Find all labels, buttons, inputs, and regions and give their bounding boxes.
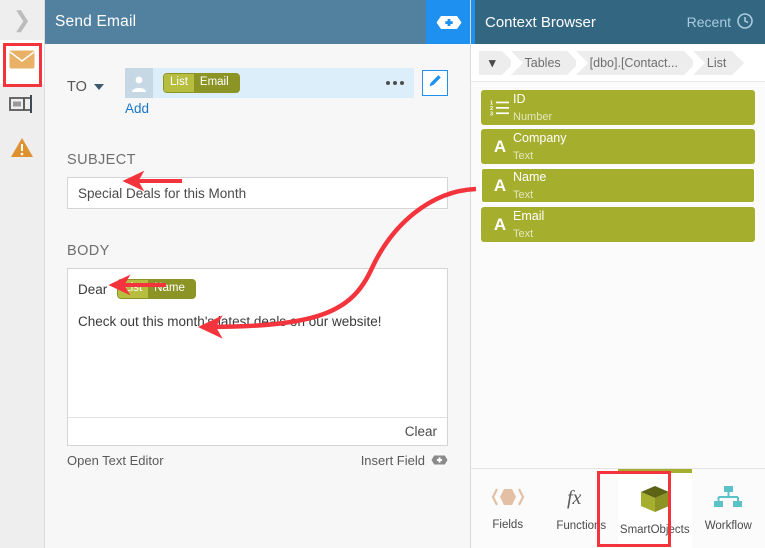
pencil-icon <box>428 73 443 93</box>
chevron-right-icon: ❯ <box>12 7 32 32</box>
field-list: 1 2 3 ID Number A Company Text A Name Te… <box>471 82 765 242</box>
context-browser-toolbar: Fields fx Functions SmartObjects Workflo… <box>471 468 765 548</box>
pill-source-label: List <box>118 280 149 298</box>
to-field-wrap: List Email Add <box>125 68 414 118</box>
rail-item-email[interactable] <box>0 40 44 84</box>
field-row-name[interactable]: A Name Text <box>480 167 756 204</box>
workflow-tree-icon <box>712 485 744 514</box>
body-label: BODY <box>67 243 110 259</box>
tab-label: Functions <box>556 520 607 532</box>
context-browser-panel: Context Browser Recent ▾ Tables [dbo].[C… <box>471 0 765 548</box>
body-greeting-line: Dear List Name <box>78 279 437 299</box>
field-row-email[interactable]: A Email Text <box>481 207 755 242</box>
cube-icon <box>639 485 671 518</box>
recent-label: Recent <box>686 14 731 30</box>
field-name: Name <box>513 169 547 184</box>
pill-source-label: List <box>164 74 194 92</box>
body-editor[interactable]: Dear List Name Check out this month's la… <box>67 268 448 446</box>
tab-fields[interactable]: Fields <box>471 469 545 548</box>
plus-badge-icon <box>436 15 462 29</box>
field-text: Name Text <box>513 169 546 203</box>
text-a-icon: A <box>493 175 507 195</box>
field-text: Company Text <box>513 130 567 164</box>
breadcrumb-item-table[interactable]: [dbo].[Contact... <box>575 50 697 75</box>
rail-collapse-button[interactable]: ❯ <box>0 0 44 40</box>
to-label-group[interactable]: TO <box>67 68 125 95</box>
breadcrumb: ▾ Tables [dbo].[Contact... List <box>471 44 765 82</box>
field-row-company[interactable]: A Company Text <box>481 129 755 164</box>
subject-input[interactable]: Special Deals for this Month <box>67 177 448 209</box>
tab-label: SmartObjects <box>619 524 690 536</box>
body-token-pill[interactable]: List Name <box>117 279 196 299</box>
send-email-header: Send Email <box>45 0 470 44</box>
open-text-editor-link[interactable]: Open Text Editor <box>67 453 164 468</box>
clear-button[interactable]: Clear <box>405 424 437 439</box>
svg-text:3: 3 <box>490 112 493 117</box>
field-name: Email <box>513 208 545 223</box>
rail-item-form[interactable] <box>0 84 44 128</box>
chevron-down-icon[interactable] <box>93 84 104 90</box>
body-paragraph: Check out this month's latest deals on o… <box>78 314 382 329</box>
recent-button[interactable]: Recent <box>686 12 753 32</box>
to-input[interactable]: List Email <box>125 68 414 98</box>
app-root: ❯ Send Email TO List Email Add SUBJECT S… <box>0 0 765 548</box>
field-type: Text <box>513 227 534 240</box>
field-text: Email Text <box>513 208 544 242</box>
tab-label: Workflow <box>704 520 752 532</box>
person-icon <box>125 68 153 98</box>
to-row: TO List Email Add <box>67 44 448 118</box>
send-email-panel: Send Email TO List Email Add SUBJECT Spe… <box>45 0 471 548</box>
breadcrumb-root-dropdown[interactable]: ▾ <box>479 50 513 75</box>
send-email-body: TO List Email Add SUBJECT Special Deals … <box>45 44 470 548</box>
pill-field-label: Name <box>148 280 191 298</box>
insert-field-label: Insert Field <box>360 453 425 468</box>
fields-hex-icon <box>491 486 525 513</box>
field-row-id[interactable]: 1 2 3 ID Number <box>481 90 755 125</box>
ellipsis-icon[interactable] <box>386 68 404 98</box>
pill-inner: List Name <box>117 279 192 299</box>
add-recipient-link[interactable]: Add <box>125 101 149 116</box>
body-greeting: Dear <box>78 281 108 297</box>
add-recipient-button[interactable] <box>426 0 470 44</box>
chevron-down-icon: ▾ <box>489 54 496 70</box>
field-text: ID Number <box>513 91 552 125</box>
fx-icon: fx <box>564 485 598 514</box>
to-label: TO <box>67 79 87 95</box>
rail-item-warning[interactable] <box>0 128 44 172</box>
tab-smartobjects[interactable]: SmartObjects <box>618 469 692 548</box>
insert-field-button[interactable]: Insert Field <box>361 453 448 468</box>
svg-text:fx: fx <box>567 487 582 509</box>
tab-workflow[interactable]: Workflow <box>692 469 765 548</box>
warning-triangle-icon <box>10 137 34 163</box>
field-type: Text <box>513 188 534 201</box>
plus-badge-icon <box>431 453 448 468</box>
number-list-icon: 1 2 3 <box>487 99 513 116</box>
field-type: Number <box>513 110 553 123</box>
field-type: Text <box>513 149 534 162</box>
field-name: ID <box>513 91 526 106</box>
form-input-icon <box>9 94 35 119</box>
page-title: Send Email <box>55 13 137 30</box>
breadcrumb-item-list[interactable]: List <box>692 50 745 75</box>
step-rail: ❯ <box>0 0 45 548</box>
field-name: Company <box>513 130 567 145</box>
subject-label: SUBJECT <box>67 152 136 168</box>
pill-field-label: Email <box>193 74 235 92</box>
to-token-pill[interactable]: List Email <box>163 73 240 93</box>
breadcrumb-item-tables[interactable]: Tables <box>510 50 579 75</box>
edit-recipients-button[interactable] <box>422 70 448 96</box>
text-a-icon: A <box>493 136 507 156</box>
clock-icon <box>737 12 753 32</box>
subject-value: Special Deals for this Month <box>78 185 247 201</box>
tab-functions[interactable]: fx Functions <box>545 469 619 548</box>
body-text-area[interactable]: Dear List Name Check out this month's la… <box>68 269 447 417</box>
body-action-links: Open Text Editor Insert Field <box>67 453 448 468</box>
pill-inner: List Email <box>163 73 236 93</box>
context-browser-title: Context Browser <box>485 13 596 31</box>
body-footer: Clear <box>68 417 447 445</box>
text-a-icon: A <box>493 214 507 234</box>
envelope-icon <box>9 50 35 74</box>
tab-label: Fields <box>492 519 524 531</box>
context-browser-header: Context Browser Recent <box>471 0 765 44</box>
